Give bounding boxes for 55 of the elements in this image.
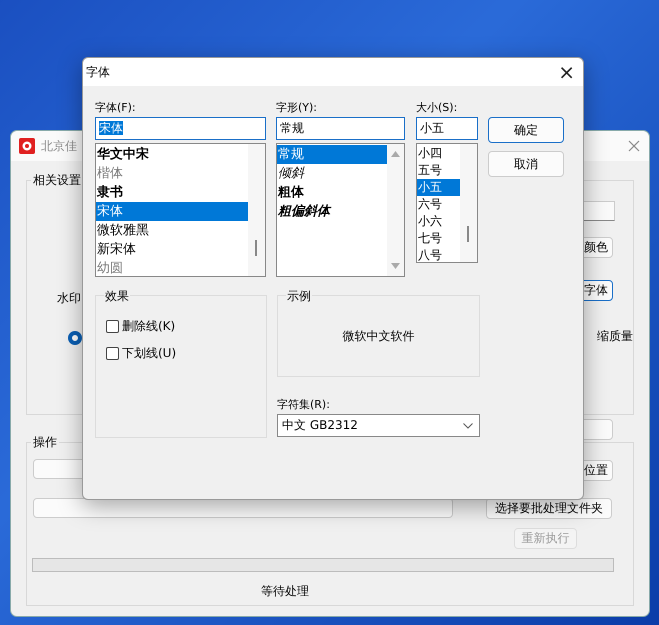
checkbox[interactable] (106, 347, 119, 360)
size-item[interactable]: 五号 (417, 162, 460, 179)
ok-button[interactable]: 确定 (488, 117, 564, 143)
style-field[interactable]: 常规 (276, 117, 405, 140)
font-list[interactable]: 华文中宋 楷体 隶书 宋体 微软雅黑 新宋体 幼圆 (95, 143, 266, 277)
font-label: 字体(F): (95, 100, 137, 113)
radio-button[interactable] (68, 331, 82, 345)
font-item[interactable]: 楷体 (96, 164, 248, 183)
quality-label: 缩质量 (597, 328, 633, 345)
size-item[interactable]: 小五 (417, 179, 460, 196)
window-title: 北京佳 (41, 138, 77, 155)
group-title: 操作 (31, 434, 59, 451)
button[interactable] (33, 498, 453, 518)
checkbox-option[interactable]: 下划线(U) (106, 345, 256, 362)
size-item[interactable]: 六号 (417, 196, 460, 213)
size-item[interactable]: 八号 (417, 247, 460, 262)
dialog-title: 字体 (86, 64, 110, 80)
label: 水印 (57, 290, 81, 307)
folder-button[interactable]: 选择要批处理文件夹 (486, 498, 612, 519)
size-list[interactable]: 小四 五号 小五 六号 小六 七号 八号 (416, 143, 478, 263)
close-icon[interactable] (628, 140, 640, 152)
font-item[interactable]: 华文中宋 (96, 145, 248, 164)
close-button[interactable]: × (550, 62, 583, 82)
font-item[interactable]: 隶书 (96, 183, 248, 202)
scrollbar-thumb[interactable] (255, 240, 257, 256)
checkbox-option[interactable]: 删除线(K) (106, 318, 256, 335)
font-item[interactable]: 宋体 (96, 202, 248, 221)
chevron-down-icon (463, 422, 473, 428)
size-label: 大小(S): (416, 100, 458, 113)
charset-label: 字符集(R): (277, 397, 331, 410)
style-item[interactable]: 粗体 (277, 183, 387, 202)
scrollbar-thumb[interactable] (467, 226, 469, 242)
group-title: 效果 (104, 288, 130, 305)
style-item[interactable]: 倾斜 (277, 164, 387, 183)
style-label: 字形(Y): (276, 100, 318, 113)
checkbox[interactable] (106, 320, 119, 333)
status-text: 等待处理 (261, 583, 309, 600)
cancel-button[interactable]: 取消 (488, 151, 564, 177)
sample-text: 微软中文软件 (342, 328, 414, 344)
app-logo-icon (19, 138, 35, 154)
scroll-down-icon[interactable] (391, 263, 400, 269)
style-item[interactable]: 粗偏斜体 (277, 202, 387, 221)
font-field[interactable]: 宋体 (95, 117, 266, 140)
size-item[interactable]: 小四 (417, 145, 460, 162)
size-item[interactable]: 七号 (417, 230, 460, 247)
group-title: 示例 (286, 288, 312, 305)
font-item[interactable]: 微软雅黑 (96, 221, 248, 240)
font-item[interactable]: 幼圆 (96, 259, 248, 276)
size-item[interactable]: 小六 (417, 213, 460, 230)
style-item[interactable]: 常规 (277, 145, 387, 164)
charset-dropdown[interactable]: 中文 GB2312 (277, 414, 480, 437)
font-item[interactable]: 新宋体 (96, 240, 248, 259)
size-field[interactable]: 小五 (416, 117, 478, 140)
style-list[interactable]: 常规 倾斜 粗体 粗偏斜体 (276, 143, 405, 277)
scroll-up-icon[interactable] (391, 151, 400, 157)
